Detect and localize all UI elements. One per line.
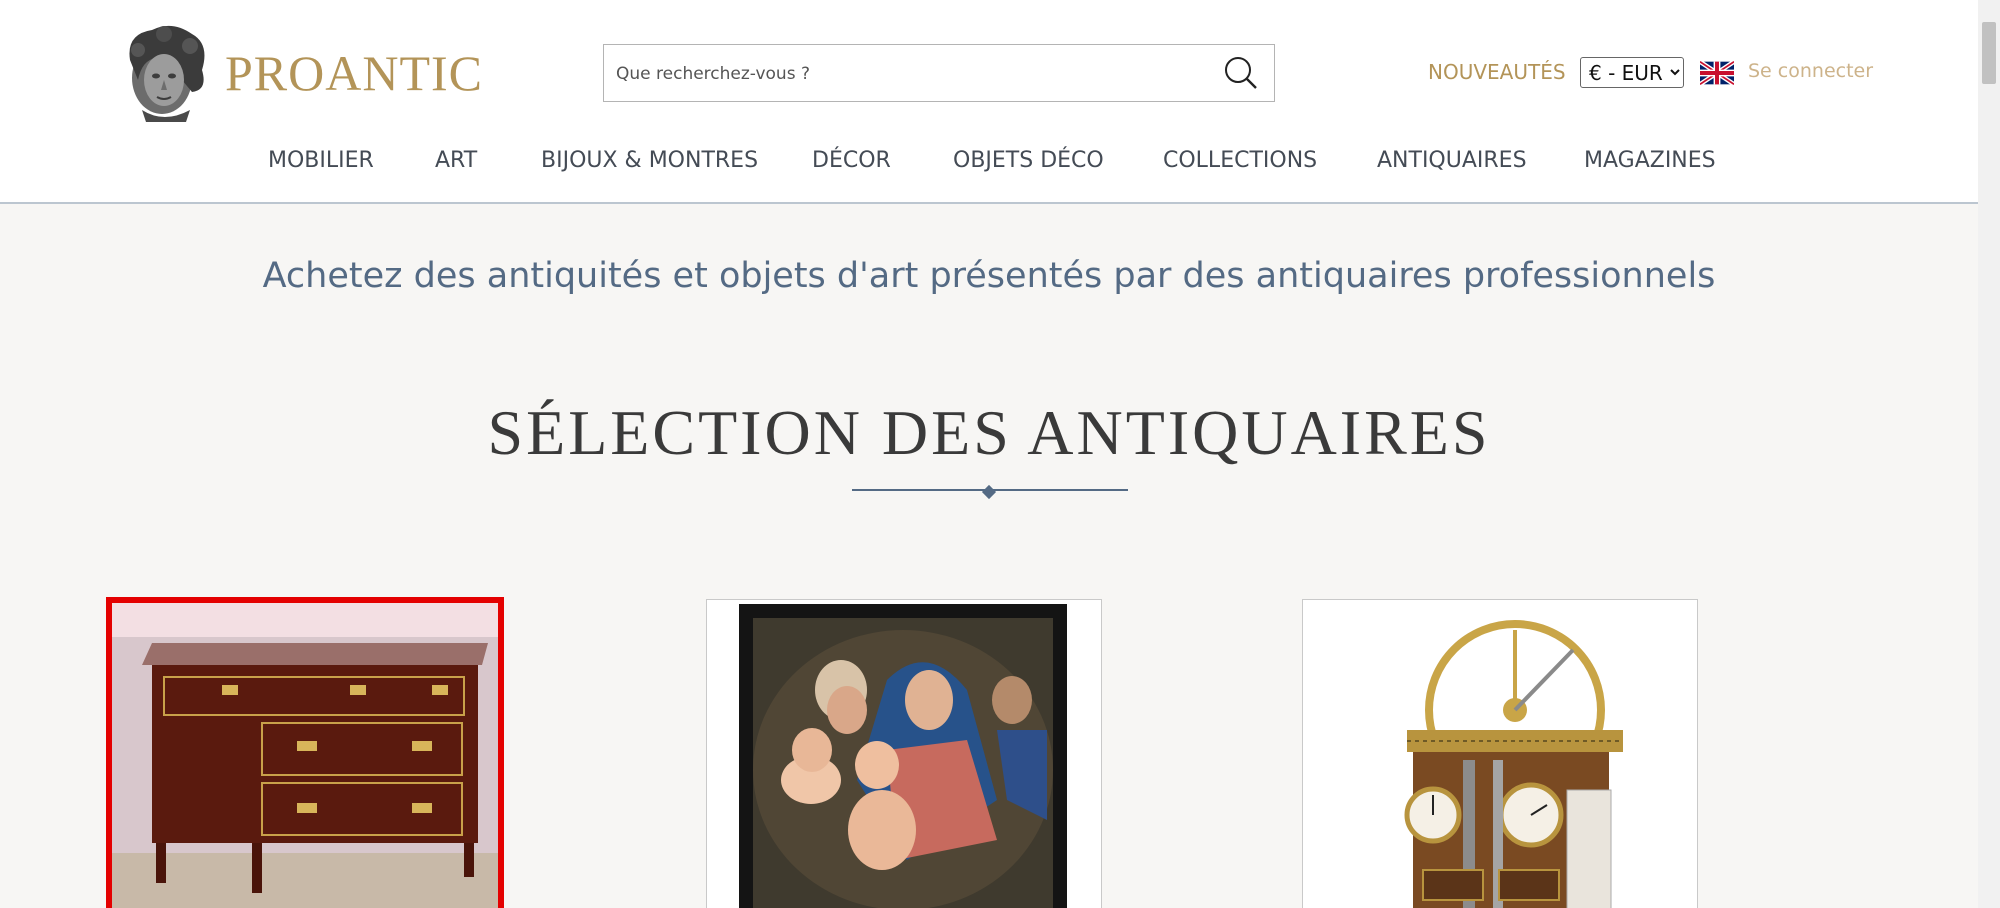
page: PROANTIC NOUVEAUTÉS € - EUR Se connecter… <box>0 0 1978 908</box>
product-card-painting[interactable] <box>706 599 1102 908</box>
product-card-clock[interactable] <box>1302 599 1698 908</box>
nav-item-magazines[interactable]: MAGAZINES <box>1584 148 1716 173</box>
steam-engine-clock-image <box>1303 600 1696 908</box>
nav-item-objets-deco[interactable]: OBJETS DÉCO <box>953 148 1104 173</box>
holy-family-painting-image <box>707 600 1100 908</box>
divider-diamond-icon <box>981 484 997 500</box>
site-header: PROANTIC NOUVEAUTÉS € - EUR Se connecter… <box>0 0 1978 204</box>
page-scrollbar[interactable] <box>1978 0 2000 908</box>
nav-item-decor[interactable]: DÉCOR <box>812 148 891 173</box>
nav-item-mobilier[interactable]: MOBILIER <box>268 148 374 173</box>
logo-bust-icon[interactable] <box>112 20 216 124</box>
main-nav: MOBILIER ART BIJOUX & MONTRES DÉCOR OBJE… <box>0 148 1978 178</box>
tagline: Achetez des antiquités et objets d'art p… <box>262 256 1716 296</box>
search-input[interactable] <box>614 53 1198 95</box>
login-link[interactable]: Se connecter <box>1748 60 1873 82</box>
search-box <box>603 44 1275 102</box>
nav-item-bijoux-montres[interactable]: BIJOUX & MONTRES <box>541 148 758 173</box>
mahogany-commode-image <box>112 603 498 908</box>
currency-select[interactable]: € - EUR <box>1580 57 1684 88</box>
nav-item-collections[interactable]: COLLECTIONS <box>1163 148 1317 173</box>
scrollbar-thumb[interactable] <box>1982 22 1996 84</box>
logo-text[interactable]: PROANTIC <box>225 44 483 102</box>
section-title: SÉLECTION DES ANTIQUAIRES <box>487 397 1491 468</box>
nav-item-art[interactable]: ART <box>435 148 477 173</box>
product-card-commode[interactable] <box>106 597 504 908</box>
uk-flag-icon[interactable] <box>1700 60 1734 86</box>
search-icon[interactable] <box>1220 53 1260 93</box>
nouveautes-link[interactable]: NOUVEAUTÉS <box>1428 60 1566 84</box>
nav-item-antiquaires[interactable]: ANTIQUAIRES <box>1377 148 1527 173</box>
